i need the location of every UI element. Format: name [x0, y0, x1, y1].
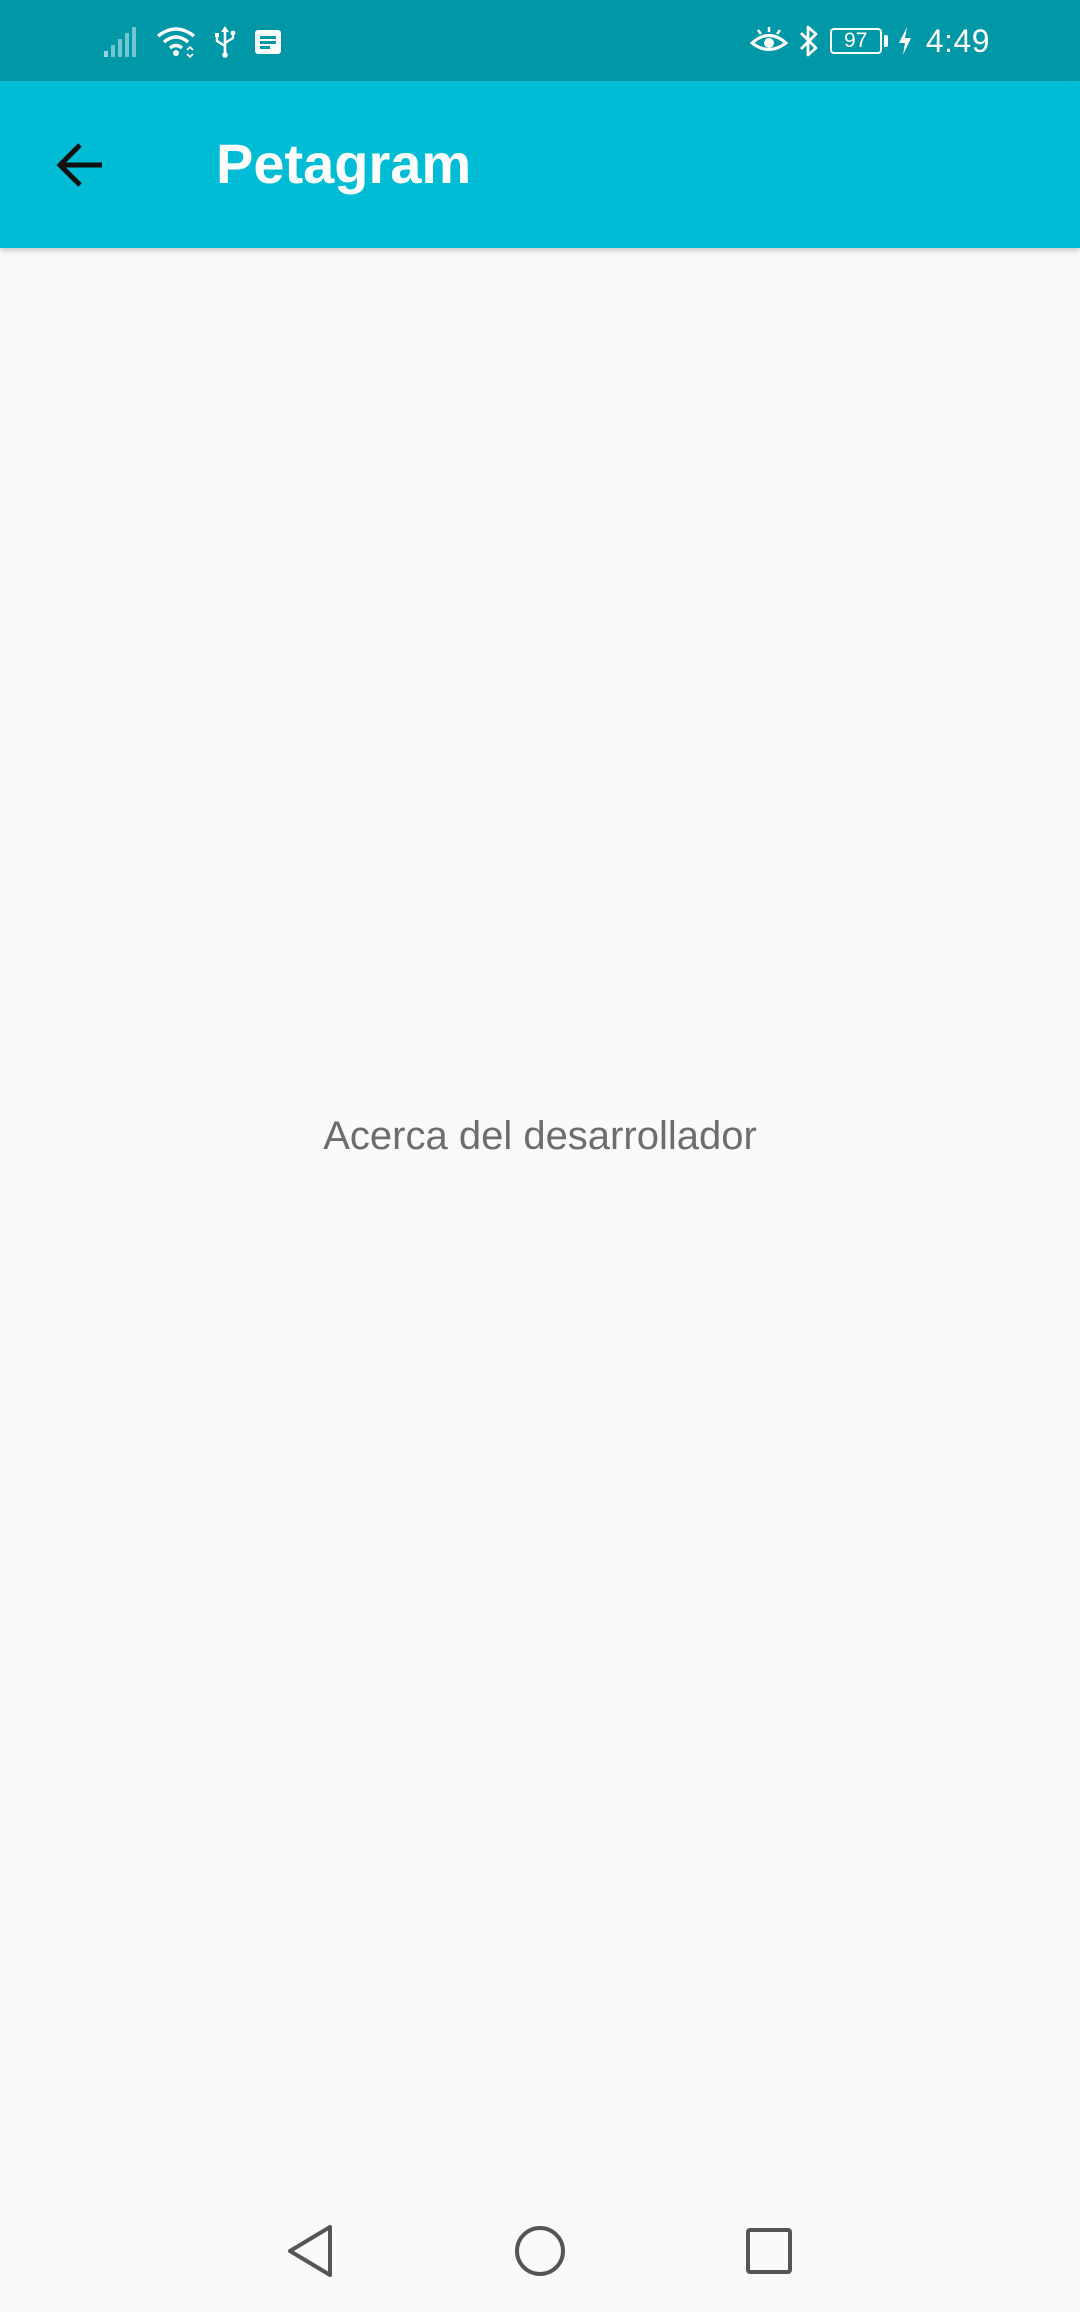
usb-icon: [214, 26, 236, 58]
nav-back-button[interactable]: [265, 2206, 355, 2296]
bluetooth-icon: [798, 24, 820, 58]
status-left-icons: [104, 22, 282, 62]
wifi-icon: [156, 26, 196, 58]
back-button[interactable]: [40, 125, 120, 205]
nav-recents-button[interactable]: [724, 2206, 814, 2296]
page-title: Petagram: [216, 132, 472, 195]
notification-icon: [254, 29, 282, 55]
status-right-icons: 97 4:49: [749, 18, 990, 64]
battery-level: 97: [829, 28, 882, 54]
system-nav-bar: [0, 2186, 1080, 2312]
battery-icon: 97: [829, 28, 888, 54]
status-bar: 97 4:49: [0, 0, 1080, 81]
app-toolbar: Petagram: [0, 81, 1080, 248]
battery-tip: [883, 35, 888, 47]
arrow-back-icon: [56, 143, 102, 187]
clock: 4:49: [925, 22, 990, 59]
recents-square-icon: [746, 2228, 792, 2274]
home-circle-icon: [515, 2226, 565, 2276]
eye-comfort-icon: [749, 26, 788, 56]
back-triangle-icon: [288, 2225, 332, 2277]
signal-icon: [104, 27, 138, 57]
about-developer-text: Acerca del desarrollador: [323, 1114, 757, 1158]
nav-home-button[interactable]: [495, 2206, 585, 2296]
charging-icon: [898, 27, 912, 55]
screen: 97 4:49 Petagram Acerca del desarrollado…: [0, 0, 1080, 2312]
